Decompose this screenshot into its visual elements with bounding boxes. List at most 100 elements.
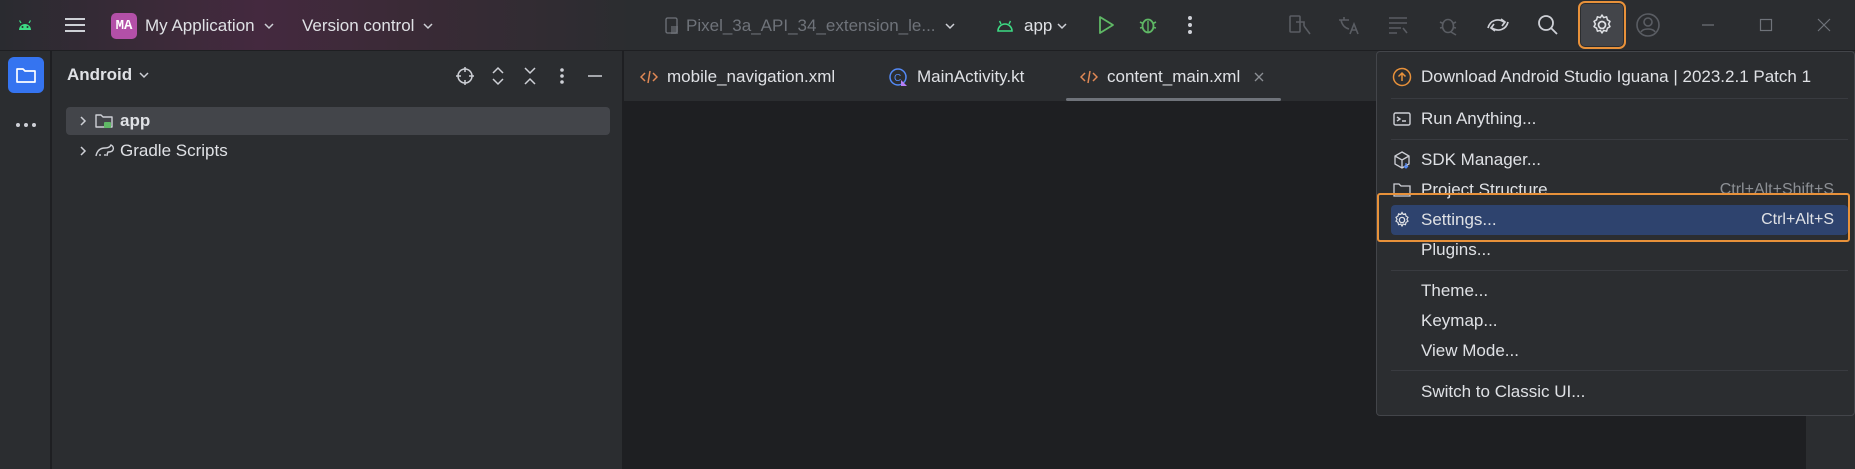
kotlin-class-icon: C — [888, 67, 908, 87]
sdk-package-icon — [1391, 151, 1413, 169]
run-config-label: app — [1024, 15, 1053, 35]
menu-separator — [1391, 98, 1848, 99]
hide-panel-button[interactable] — [582, 63, 608, 89]
minimize-icon — [1702, 24, 1714, 26]
menu-item-label: Download Android Studio Iguana | 2023.2.… — [1421, 67, 1812, 86]
project-selector[interactable]: MA My Application — [111, 0, 275, 51]
collapse-all-button[interactable] — [517, 63, 543, 89]
more-tools-button[interactable] — [8, 107, 44, 143]
translate-icon — [1339, 17, 1359, 35]
minimize-button[interactable] — [1691, 8, 1725, 42]
menu-item-keymap[interactable]: Keymap... — [1391, 306, 1848, 336]
gradle-icon — [94, 143, 116, 159]
close-icon — [1254, 72, 1264, 81]
menu-item-view-mode[interactable]: View Mode... — [1391, 336, 1848, 366]
chevron-right-icon[interactable] — [72, 115, 94, 127]
search-button[interactable] — [1531, 8, 1565, 42]
tree-item-label: Gradle Scripts — [120, 141, 228, 160]
menu-item-run-anything[interactable]: Run Anything... — [1391, 104, 1848, 134]
menu-item-label: Keymap... — [1421, 311, 1498, 330]
menu-item-sdk-manager[interactable]: SDK Manager... — [1391, 145, 1848, 175]
gear-icon — [1593, 14, 1611, 34]
panel-options-button[interactable] — [549, 63, 575, 89]
run-button[interactable] — [1089, 8, 1123, 42]
user-avatar-icon — [1636, 13, 1660, 37]
menu-item-theme[interactable]: Theme... — [1391, 276, 1848, 306]
vcs-selector[interactable]: Version control — [302, 0, 434, 51]
crosshair-icon — [456, 67, 474, 85]
project-badge: MA — [111, 12, 137, 39]
hamburger-icon — [65, 18, 85, 32]
logcat-button[interactable] — [1381, 8, 1415, 42]
tree-item-label: app — [120, 111, 151, 130]
tree-item-app[interactable]: app — [66, 107, 610, 135]
tab-mobile-navigation[interactable]: mobile_navigation.xml — [640, 51, 835, 102]
active-tab-indicator — [1066, 98, 1281, 101]
project-view-title: Android — [67, 65, 133, 84]
project-tool-button[interactable] — [8, 57, 44, 93]
locate-file-button[interactable] — [452, 63, 478, 89]
ide-window: MA My Application Version control Pixel_… — [0, 0, 1855, 469]
bug-icon — [1139, 18, 1157, 34]
ide-settings-button[interactable] — [1578, 1, 1626, 49]
more-actions-button[interactable] — [1173, 8, 1207, 42]
menu-separator — [1391, 270, 1848, 271]
menu-separator — [1391, 370, 1848, 371]
close-window-button[interactable] — [1807, 8, 1841, 42]
device-label: Pixel_3a_API_34_extension_le... — [686, 15, 936, 35]
project-view-selector[interactable]: Android — [67, 65, 150, 85]
module-folder-icon — [94, 112, 116, 130]
more-vertical-icon — [1188, 16, 1192, 34]
chevron-right-icon[interactable] — [72, 145, 94, 157]
device-icon — [665, 16, 678, 34]
chevron-down-icon — [1057, 22, 1067, 29]
debug-button[interactable] — [1131, 8, 1165, 42]
xml-file-icon — [1080, 70, 1098, 84]
main-menu-button[interactable] — [58, 8, 92, 42]
menu-item-label: SDK Manager... — [1421, 150, 1542, 169]
expand-all-icon — [492, 66, 504, 86]
project-name: My Application — [145, 15, 255, 35]
menu-item-label: Switch to Classic UI... — [1421, 382, 1586, 401]
translations-button[interactable] — [1332, 8, 1366, 42]
update-arrow-icon — [1391, 67, 1413, 87]
android-logo-icon — [8, 8, 42, 42]
attach-debugger-button[interactable] — [1431, 8, 1465, 42]
left-tool-strip — [0, 51, 51, 469]
tab-label: mobile_navigation.xml — [667, 66, 836, 86]
tree-item-gradle-scripts[interactable]: Gradle Scripts — [66, 137, 610, 165]
expand-all-button[interactable] — [485, 63, 511, 89]
android-app-icon — [997, 20, 1013, 32]
close-tab-button[interactable] — [1254, 72, 1264, 82]
menu-item-label: Theme... — [1421, 281, 1489, 300]
close-icon — [1817, 18, 1831, 32]
title-bar: MA My Application Version control Pixel_… — [0, 0, 1855, 51]
project-panel: Android app Gradle Scripts — [52, 51, 623, 469]
layout-inspector-button[interactable] — [1283, 8, 1317, 42]
tab-mainactivity[interactable]: C MainActivity.kt — [888, 51, 1024, 102]
tab-content-main[interactable]: content_main.xml — [1080, 51, 1264, 102]
settings-highlight-outline — [1377, 193, 1850, 242]
chevron-down-icon — [423, 22, 433, 29]
svg-text:C: C — [894, 73, 901, 84]
run-config-selector[interactable]: app — [996, 0, 1068, 51]
menu-item-label: Run Anything... — [1421, 109, 1537, 128]
xml-file-icon — [640, 70, 658, 84]
more-vertical-icon — [560, 68, 564, 84]
menu-separator — [1391, 139, 1848, 140]
sync-device-icon — [1487, 18, 1509, 32]
device-selector[interactable]: Pixel_3a_API_34_extension_le... — [664, 0, 956, 51]
account-button[interactable] — [1631, 8, 1665, 42]
list-lines-icon — [1389, 17, 1408, 34]
minimize-icon — [588, 75, 602, 77]
maximize-button[interactable] — [1749, 8, 1783, 42]
chevron-down-icon — [944, 22, 955, 29]
layout-inspector-icon — [1289, 15, 1311, 35]
menu-item-switch-classic-ui[interactable]: Switch to Classic UI... — [1391, 377, 1848, 407]
chevron-down-icon — [139, 72, 149, 79]
menu-item-download-update[interactable]: Download Android Studio Iguana | 2023.2.… — [1391, 62, 1848, 92]
more-horizontal-icon — [16, 123, 36, 127]
run-icon — [1099, 16, 1114, 34]
device-manager-button[interactable] — [1481, 8, 1515, 42]
tab-label: content_main.xml — [1107, 66, 1241, 86]
